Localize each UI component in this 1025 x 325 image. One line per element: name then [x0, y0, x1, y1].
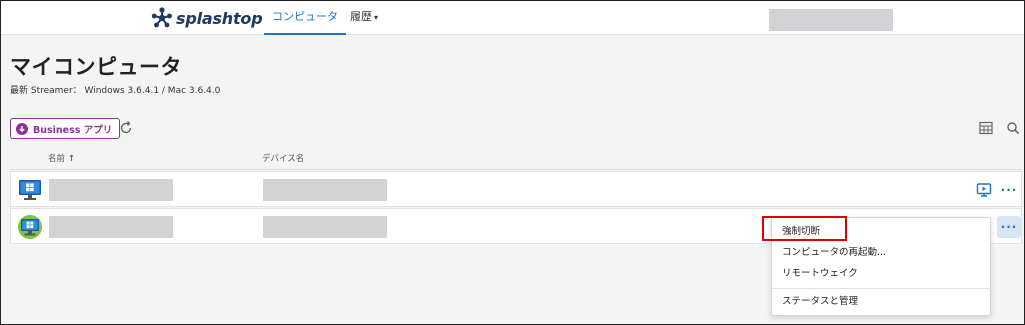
menu-item-force-disconnect[interactable]: 強制切断: [772, 221, 990, 243]
app-window: splashtop コンピュータ 履歴 ▾ マイコンピュータ 最新 Streame…: [0, 0, 1025, 325]
more-options-button[interactable]: ···: [997, 216, 1021, 238]
streamer-version-text: 最新 Streamer： Windows 3.6.4.1 / Mac 3.6.4…: [10, 86, 221, 96]
logo-text: splashtop: [176, 8, 263, 28]
column-header-name-label: 名前: [48, 154, 66, 164]
download-icon: [16, 122, 28, 135]
more-options-icon: ···: [1000, 220, 1018, 234]
tab-computers-label: コンピュータ: [272, 10, 338, 23]
menu-item-remote-wake[interactable]: リモートウェイク: [772, 263, 990, 285]
windows-computer-icon: [19, 180, 41, 200]
business-app-button[interactable]: Business アプリ: [10, 118, 121, 139]
table-row[interactable]: ···: [10, 171, 1022, 207]
more-options-button[interactable]: ···: [997, 179, 1021, 201]
tab-history-label: 履歴: [350, 10, 372, 23]
more-options-icon: ···: [1000, 183, 1018, 197]
user-account-redacted[interactable]: [769, 9, 893, 31]
device-name-redacted: [263, 179, 387, 201]
computer-name-redacted: [49, 179, 173, 201]
refresh-icon[interactable]: [118, 120, 134, 136]
device-name-redacted: [263, 216, 387, 238]
sort-ascending-icon: ↑: [68, 154, 76, 164]
splashtop-logo-icon: [151, 7, 172, 28]
search-icon[interactable]: [1006, 121, 1020, 135]
menu-item-restart[interactable]: コンピュータの再起動...: [772, 242, 990, 264]
tab-history[interactable]: 履歴 ▾: [350, 1, 378, 35]
top-nav: splashtop コンピュータ 履歴 ▾: [1, 1, 1024, 35]
context-menu: 強制切断 コンピュータの再起動... リモートウェイク ステータスと管理: [771, 217, 991, 316]
business-app-label: Business アプリ: [33, 124, 113, 136]
column-header-device-label: デバイス名: [262, 154, 305, 164]
column-header-device[interactable]: デバイス名: [262, 152, 304, 164]
computer-name-redacted: [49, 216, 173, 238]
windows-computer-offline-icon: [18, 215, 42, 239]
menu-divider: [772, 288, 990, 289]
chevron-down-icon: ▾: [374, 13, 379, 22]
column-header-name[interactable]: 名前 ↑: [48, 152, 75, 164]
remote-connect-icon[interactable]: [976, 182, 992, 198]
grid-view-icon[interactable]: [979, 121, 993, 135]
header-divider: [10, 169, 1022, 170]
menu-item-status-management[interactable]: ステータスと管理: [772, 291, 990, 313]
splashtop-logo[interactable]: splashtop: [151, 6, 263, 30]
tab-computers[interactable]: コンピュータ: [264, 1, 346, 35]
page-title: マイコンピュータ: [10, 55, 182, 79]
